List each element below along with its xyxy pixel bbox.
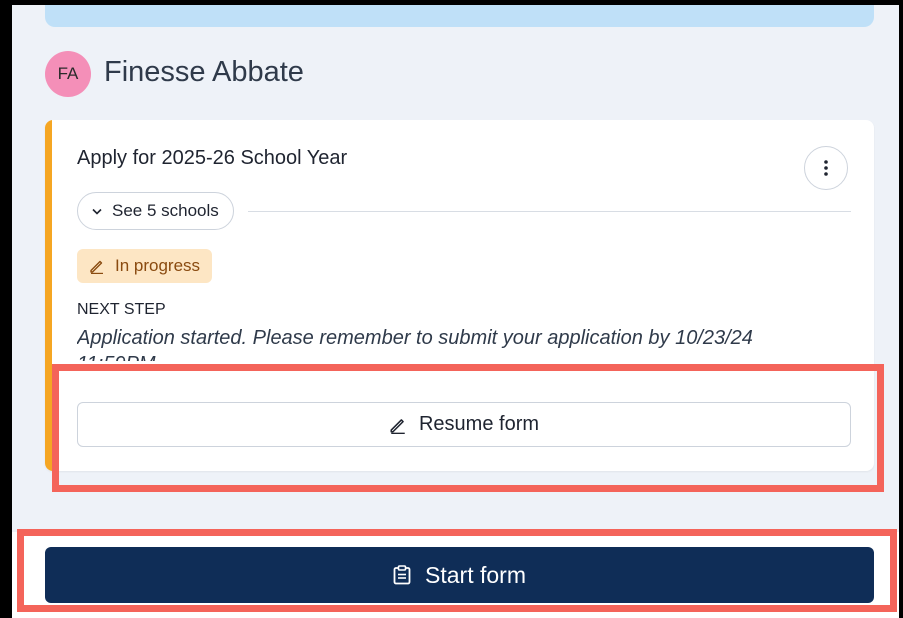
avatar-initials: FA [57, 64, 79, 83]
top-banner [45, 5, 874, 27]
resume-form-label: Resume form [418, 413, 540, 435]
next-step-heading: NEXT STEP [77, 301, 166, 318]
pencil-icon [89, 258, 105, 274]
next-step-text: Application started. Please remember to … [77, 327, 753, 361]
chevron-down-icon [92, 208, 102, 215]
see-schools-button[interactable]: See 5 schools [77, 192, 234, 230]
see-schools-label: See 5 schools [112, 201, 219, 220]
application-title: Apply for 2025-26 School Year [77, 147, 348, 169]
more-options-button[interactable] [804, 146, 848, 190]
student-name: Finesse Abbate [104, 56, 304, 88]
more-vertical-icon [824, 160, 828, 176]
pencil-icon [389, 416, 407, 434]
status-label: In progress [115, 256, 201, 275]
avatar: FA [45, 51, 91, 97]
start-form-button[interactable]: Start form [45, 547, 874, 603]
clipboard-icon [393, 565, 411, 585]
card-accent-bar [45, 120, 52, 471]
start-form-label: Start form [425, 561, 526, 588]
application-card: Apply for 2025-26 School Year See 5 scho… [45, 120, 874, 471]
divider [248, 211, 851, 212]
resume-form-button[interactable]: Resume form [77, 402, 851, 447]
status-badge: In progress [77, 249, 213, 283]
